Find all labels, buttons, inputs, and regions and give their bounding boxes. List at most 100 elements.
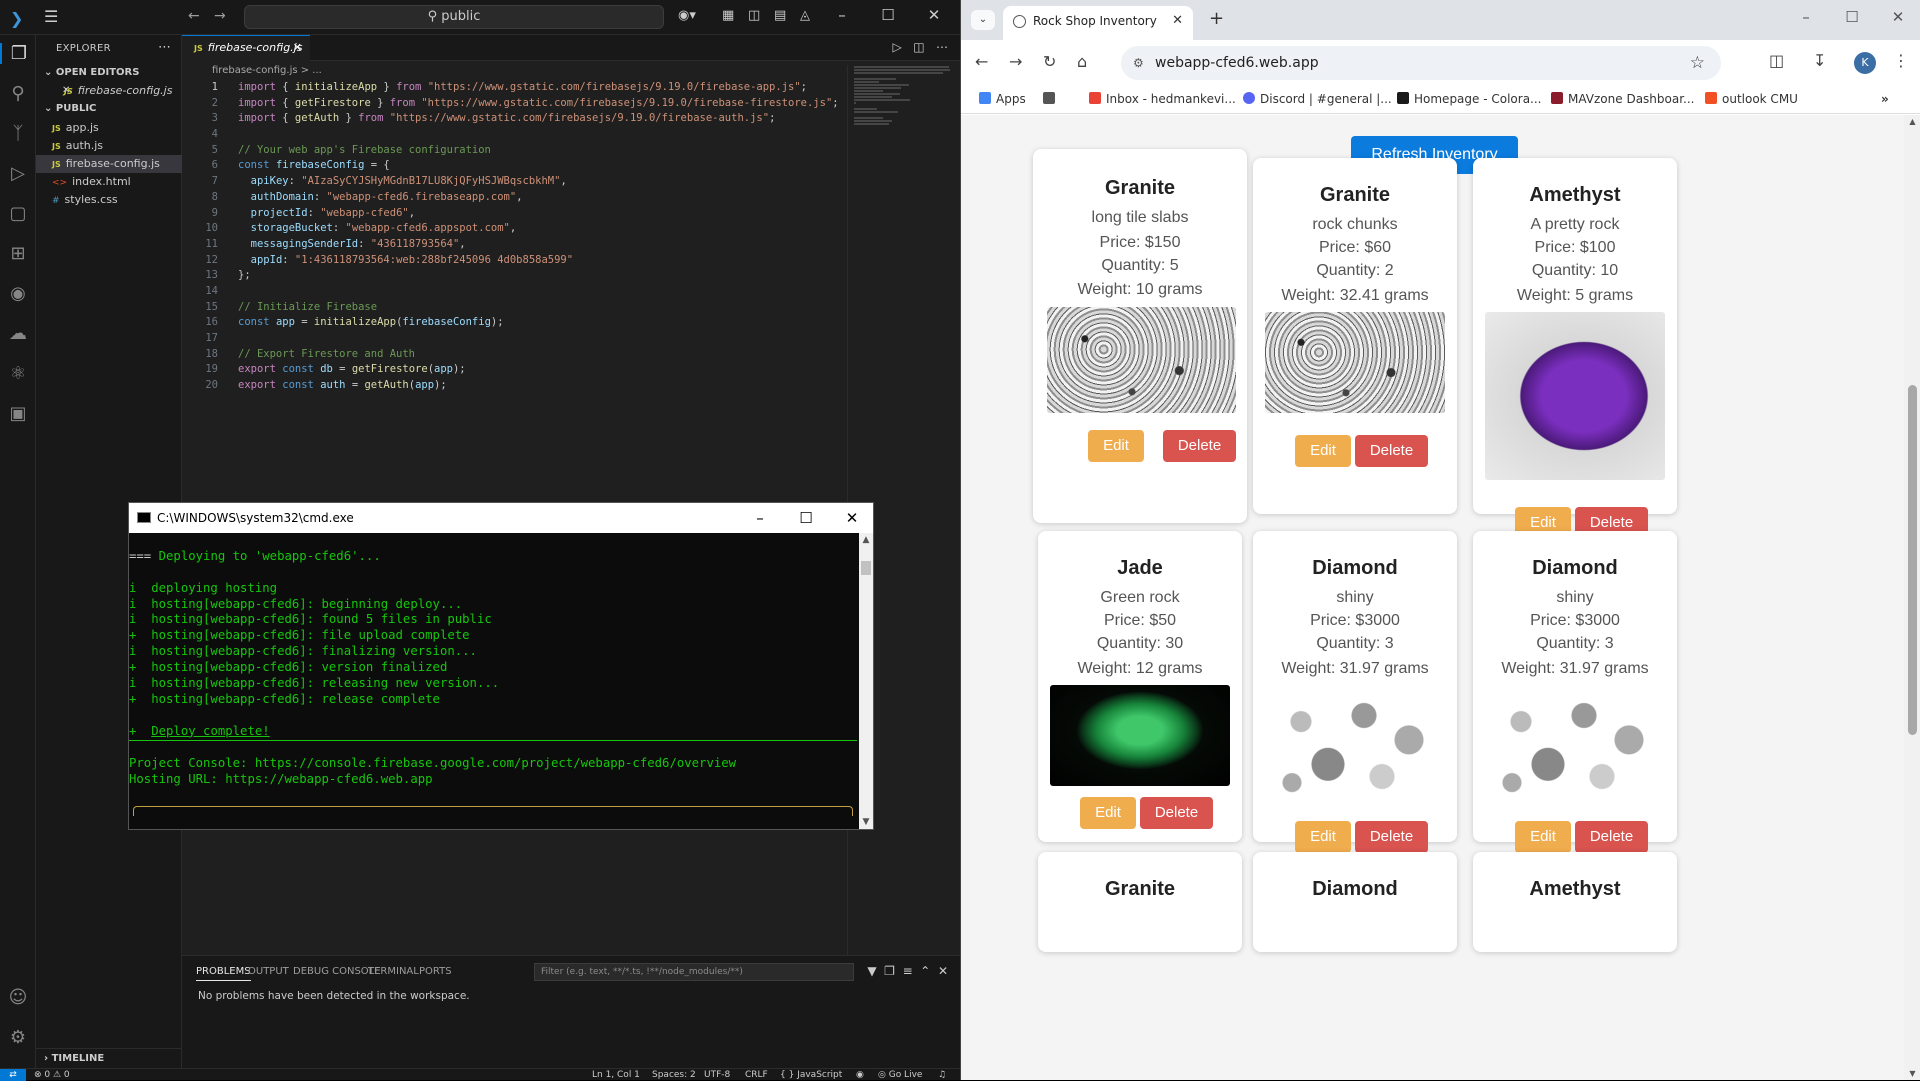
delete-button[interactable]: Delete	[1355, 435, 1428, 467]
cmd-scrollbar[interactable]: ▲ ▼	[859, 533, 873, 829]
edit-button[interactable]: Edit	[1515, 821, 1571, 853]
remote-explorer-icon[interactable]: ▢	[0, 203, 36, 224]
code-line[interactable]: 8 authDomain: "webapp-cfed6.firebaseapp.…	[182, 190, 842, 206]
status-problems[interactable]: ⊗ 0 ⚠ 0	[34, 1069, 70, 1081]
edit-button[interactable]: Edit	[1295, 435, 1351, 467]
cmd-output[interactable]: === Deploying to 'webapp-cfed6'... i depl…	[129, 533, 857, 829]
breadcrumb[interactable]: firebase-config.js > ...	[212, 65, 322, 76]
code-line[interactable]: 10 storageBucket: "webapp-cfed6.appspot.…	[182, 221, 842, 237]
code-line[interactable]: 6 const firebaseConfig = {	[182, 158, 842, 174]
file-item[interactable]: JS app.js	[36, 119, 182, 137]
code-line[interactable]: 7 apiKey: "AIzaSyCYJSHyMGdnB17LU8KjQFyHS…	[182, 174, 842, 190]
back-arrow-icon[interactable]: ←	[188, 8, 200, 24]
open-editors-section[interactable]: ⌄ OPEN EDITORS	[36, 67, 182, 78]
new-tab-icon[interactable]: +	[1209, 8, 1224, 29]
open-editor-item[interactable]: ✕ JS firebase-config.js	[36, 82, 182, 100]
status-encoding[interactable]: UTF-8	[704, 1069, 730, 1081]
account-icon[interactable]: ☺	[0, 987, 36, 1008]
scroll-down-icon[interactable]: ▼	[1904, 1069, 1920, 1078]
code-line[interactable]: 9 projectId: "webapp-cfed6",	[182, 206, 842, 222]
cmd-close-button[interactable]: ✕	[829, 503, 875, 533]
minimize-button[interactable]: –	[822, 6, 862, 24]
maximize-button[interactable]: ☐	[868, 6, 908, 24]
tab-search-icon[interactable]: ⌄	[971, 10, 995, 30]
forward-arrow-icon[interactable]: →	[214, 8, 226, 24]
status-golive[interactable]: ◎ Go Live	[878, 1069, 922, 1081]
code-line[interactable]: 16 const app = initializeApp(firebaseConf…	[182, 315, 842, 331]
edit-button[interactable]: Edit	[1088, 430, 1144, 462]
code-line[interactable]: 18 // Export Firestore and Auth	[182, 347, 842, 363]
browser-tab[interactable]: Rock Shop Inventory ✕	[1003, 6, 1193, 40]
code-line[interactable]: 14	[182, 284, 842, 300]
toggle-panel-icon[interactable]: ▤	[774, 8, 786, 23]
back-arrow-icon[interactable]: ←	[975, 52, 988, 71]
bookmark-grid[interactable]	[1043, 92, 1060, 106]
chrome-menu-icon[interactable]: ⋮	[1893, 51, 1909, 70]
run-debug-icon[interactable]: ▷	[0, 163, 36, 184]
menu-icon[interactable]: ☰	[44, 7, 58, 26]
file-item[interactable]: JS auth.js	[36, 137, 182, 155]
timeline-section[interactable]: › TIMELINE	[36, 1048, 182, 1064]
tab-ports[interactable]: PORTS	[419, 966, 452, 977]
notifications-bell-icon[interactable]: ♫	[938, 1069, 946, 1081]
testing-icon[interactable]: ⚛	[0, 363, 36, 384]
layout-icon[interactable]: ▦	[722, 8, 734, 23]
scroll-up-icon[interactable]: ▲	[859, 535, 873, 545]
tab-output[interactable]: OUTPUT	[248, 966, 289, 977]
delete-button[interactable]: Delete	[1355, 821, 1428, 853]
search-icon[interactable]: ⚲	[0, 83, 36, 104]
code-line[interactable]: 13};	[182, 268, 842, 284]
github-icon[interactable]: ◉	[0, 283, 36, 304]
toggle-sidebar-icon[interactable]: ◫	[748, 8, 760, 23]
status-eol[interactable]: CRLF	[745, 1069, 768, 1081]
close-editor-icon[interactable]: ✕	[62, 82, 70, 100]
bookmark-star-icon[interactable]: ☆	[1690, 46, 1705, 80]
scroll-down-icon[interactable]: ▼	[859, 817, 873, 827]
status-spaces[interactable]: Spaces: 2	[652, 1069, 696, 1081]
editor-actions[interactable]: ▷ ◫ ⋯	[893, 40, 948, 54]
edit-button[interactable]: Edit	[1295, 821, 1351, 853]
bookmark-apps[interactable]: Apps	[979, 92, 1026, 106]
status-language[interactable]: { } JavaScript	[780, 1069, 842, 1081]
source-control-icon[interactable]: ᛉ	[0, 123, 36, 144]
code-line[interactable]: 19 export const db = getFirestore(app);	[182, 362, 842, 378]
code-line[interactable]: 2 import { getFirestore } from "https://w…	[182, 96, 842, 112]
packages-icon[interactable]: ▣	[0, 403, 36, 424]
code-line[interactable]: 20 export const auth = getAuth(app);	[182, 378, 842, 394]
chrome-maximize-button[interactable]: ☐	[1829, 8, 1875, 26]
bookmark-outlook[interactable]: outlook CMU	[1705, 92, 1798, 106]
bookmark-discord[interactable]: Discord | #general |...	[1243, 92, 1392, 106]
file-item[interactable]: <> index.html	[36, 173, 182, 191]
remote-indicator-icon[interactable]: ⇄	[0, 1069, 26, 1081]
code-line[interactable]: 1 import { initializeApp } from "https://…	[182, 80, 842, 96]
more-bookmarks-icon[interactable]: »	[1881, 92, 1889, 106]
file-item[interactable]: JS firebase-config.js	[36, 155, 182, 173]
edit-button[interactable]: Edit	[1080, 797, 1136, 829]
code-line[interactable]: 5 // Your web app's Firebase configuratio…	[182, 143, 842, 159]
tab-problems[interactable]: PROBLEMS	[196, 966, 251, 981]
copilot-icon[interactable]: ◉▾	[678, 8, 696, 23]
scroll-up-icon[interactable]: ▲	[1904, 117, 1920, 126]
chrome-close-button[interactable]: ✕	[1875, 8, 1920, 26]
toggle-secondary-sidebar-icon[interactable]: ◬	[800, 8, 810, 23]
reload-icon[interactable]: ↻	[1043, 52, 1056, 71]
copilot-status-icon[interactable]: ◉	[856, 1069, 864, 1081]
bookmark-gmail[interactable]: Inbox - hedmankevi...	[1089, 92, 1236, 106]
page-scrollbar[interactable]: ▲ ▼	[1904, 115, 1920, 1080]
cmd-maximize-button[interactable]: ☐	[783, 503, 829, 533]
forward-arrow-icon[interactable]: →	[1009, 52, 1022, 71]
code-line[interactable]: 17	[182, 331, 842, 347]
problems-filter-input[interactable]: Filter (e.g. text, **/*.ts, !**/node_mod…	[534, 963, 854, 981]
code-editor[interactable]: 1 import { initializeApp } from "https://…	[182, 80, 842, 394]
close-button[interactable]: ✕	[914, 6, 954, 24]
explorer-icon[interactable]: ❐	[0, 43, 36, 64]
delete-button[interactable]: Delete	[1575, 821, 1648, 853]
panel-actions[interactable]: ▼ ❐ ≡ ⌃ ✕	[867, 964, 948, 978]
extensions-icon[interactable]: ⊞	[0, 243, 36, 264]
docker-icon[interactable]: ☁	[0, 323, 36, 344]
extensions-icon[interactable]: ◫	[1769, 51, 1784, 70]
chrome-minimize-button[interactable]: –	[1783, 8, 1829, 26]
profile-avatar[interactable]: K	[1854, 52, 1876, 74]
hosting-url-line[interactable]: Hosting URL: https://webapp-cfed6.web.ap…	[129, 772, 857, 788]
bookmark-homepage[interactable]: Homepage - Colora...	[1397, 92, 1542, 106]
